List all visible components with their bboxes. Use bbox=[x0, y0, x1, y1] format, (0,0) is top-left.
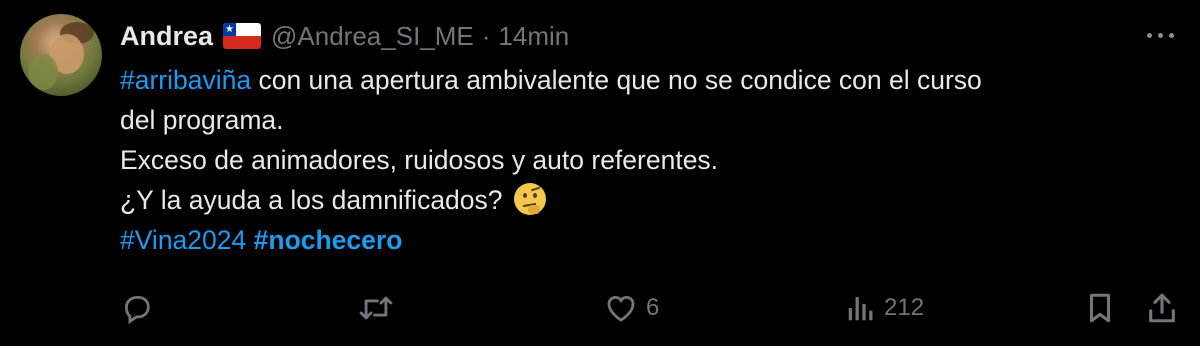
hashtag-nochecero[interactable]: #nochecero bbox=[254, 225, 403, 255]
avatar-background bbox=[28, 54, 58, 90]
author-handle[interactable]: @Andrea_SI_ME bbox=[271, 21, 474, 52]
bookmark-button[interactable] bbox=[1084, 286, 1116, 330]
text-line-1: #arribaviña con una apertura ambivalente… bbox=[120, 60, 1180, 100]
action-bar: 6 212 bbox=[0, 286, 1200, 330]
avatar[interactable] bbox=[20, 14, 102, 96]
face-with-hand-over-mouth-emoji bbox=[513, 183, 546, 215]
reply-icon bbox=[124, 295, 150, 325]
views-icon bbox=[848, 297, 873, 321]
tweet-header: Andrea ★ @Andrea_SI_ME · 14min bbox=[120, 16, 569, 56]
tweet: Andrea ★ @Andrea_SI_ME · 14min #arribavi… bbox=[0, 0, 1200, 346]
text-line-2: del programa. bbox=[120, 105, 284, 135]
like-button[interactable]: 6 bbox=[604, 286, 659, 330]
author-name[interactable]: Andrea bbox=[120, 21, 213, 52]
text-segment: ¿Y la ayuda a los damnificados? bbox=[120, 185, 510, 215]
heart-icon bbox=[607, 295, 635, 322]
bookmark-icon bbox=[1089, 293, 1111, 323]
repost-icon bbox=[359, 296, 393, 320]
repost-button[interactable] bbox=[357, 286, 395, 330]
text-segment: con una apertura ambivalente que no se c… bbox=[251, 65, 982, 95]
share-button[interactable] bbox=[1146, 286, 1178, 330]
text-line-5: #Vina2024 #nochecero bbox=[120, 220, 1180, 260]
reply-button[interactable] bbox=[120, 286, 154, 330]
views-count: 212 bbox=[884, 294, 925, 321]
tweet-text: #arribaviña con una apertura ambivalente… bbox=[120, 60, 1180, 260]
hashtag-arribavina[interactable]: #arribaviña bbox=[120, 65, 251, 95]
text-line-3: Exceso de animadores, ruidosos y auto re… bbox=[120, 145, 719, 175]
like-count: 6 bbox=[646, 294, 660, 321]
more-options-icon[interactable] bbox=[1138, 20, 1182, 50]
hashtag-vina2024[interactable]: #Vina2024 bbox=[120, 225, 246, 255]
share-icon bbox=[1149, 293, 1175, 323]
views-button[interactable]: 212 bbox=[846, 286, 924, 330]
text-segment bbox=[246, 225, 253, 255]
separator: · bbox=[481, 20, 491, 51]
timestamp[interactable]: 14min bbox=[498, 21, 569, 52]
text-line-4: ¿Y la ayuda a los damnificados? bbox=[120, 180, 1180, 220]
chile-flag-icon: ★ bbox=[223, 23, 262, 49]
